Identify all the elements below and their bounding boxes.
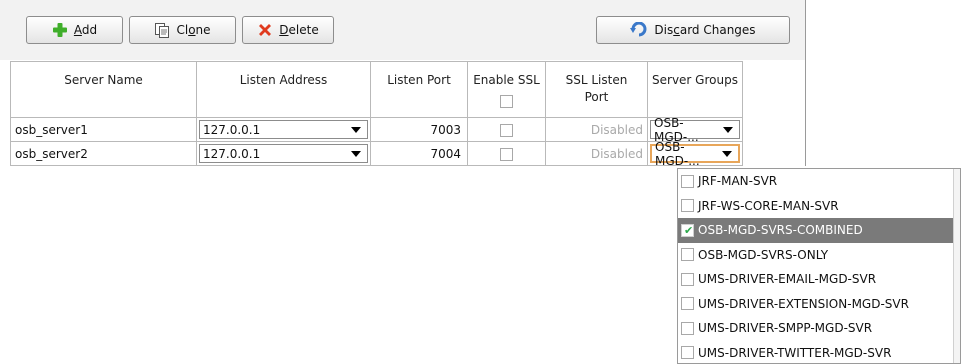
server-groups-value: OSB-MGD-... [655,139,700,168]
server-group-option[interactable]: UMS-DRIVER-SMPP-MGD-SVR [678,316,960,341]
add-icon [52,22,68,38]
server-group-option[interactable]: JRF-MAN-SVR [678,169,960,194]
chevron-down-icon [723,126,733,133]
servers-panel: Add Clone Delete Discard Changes Server … [0,0,806,168]
discard-changes-label: Discard Changes [654,23,756,37]
listen-address-select[interactable]: 127.0.0.1 [199,144,368,163]
server-group-option[interactable]: OSB-MGD-SVRS-ONLY [678,243,960,268]
add-button[interactable]: Add [26,16,123,44]
enable-ssl-cell [467,117,546,142]
server-groups-select[interactable]: OSB-MGD-... [650,140,740,168]
column-header-enable-ssl[interactable]: Enable SSL [467,61,546,118]
listen-port-cell[interactable]: 7003 [370,117,468,142]
toolbar: Add Clone Delete Discard Changes [0,0,805,60]
option-checkbox[interactable] [681,174,694,188]
column-header-listen-port[interactable]: Listen Port [370,61,468,118]
server-groups-cell: OSB-MGD-... [647,116,743,144]
option-label: UMS-DRIVER-TWITTER-MGD-SVR [698,345,892,360]
column-header-ssl-listen-port[interactable]: SSL Listen Port [545,61,648,118]
table-header-row: Server Name Listen Address Listen Port E… [10,61,743,118]
server-group-option[interactable]: UMS-DRIVER-TWITTER-MGD-SVR [678,341,960,364]
column-header-server-name[interactable]: Server Name [10,61,197,118]
option-label: OSB-MGD-SVRS-ONLY [698,247,829,262]
listen-port-cell[interactable]: 7004 [370,141,468,166]
option-label: UMS-DRIVER-SMPP-MGD-SVR [698,321,873,336]
enable-ssl-checkbox[interactable] [500,123,513,137]
option-checkbox[interactable] [681,199,694,213]
discard-changes-button[interactable]: Discard Changes [596,16,790,44]
server-groups-dropdown: JRF-MAN-SVR JRF-WS-CORE-MAN-SVR ✔ OSB-MG… [677,168,961,364]
server-group-option[interactable]: UMS-DRIVER-EMAIL-MGD-SVR [678,267,960,292]
add-label: Add [73,23,98,37]
listen-address-value: 127.0.0.1 [203,122,261,137]
listen-address-value: 127.0.0.1 [203,146,261,161]
delete-label: Delete [279,23,319,37]
delete-icon [257,22,273,38]
option-checkbox[interactable] [681,297,694,311]
option-checkbox[interactable] [681,346,694,360]
enable-ssl-cell [467,141,546,166]
clone-button[interactable]: Clone [129,16,236,44]
server-group-option[interactable]: JRF-WS-CORE-MAN-SVR [678,194,960,219]
option-checkbox[interactable]: ✔ [681,223,694,237]
dropdown-scrollbar[interactable] [953,169,960,363]
option-checkbox[interactable] [681,272,694,286]
column-header-server-groups[interactable]: Server Groups [647,61,743,118]
server-groups-cell: OSB-MGD-... [647,140,743,168]
clone-icon [154,22,170,38]
column-header-listen-address[interactable]: Listen Address [196,61,371,118]
ssl-listen-port-cell: Disabled [545,117,648,142]
option-label: OSB-MGD-SVRS-COMBINED [698,223,863,238]
enable-ssl-all-checkbox[interactable] [500,95,513,108]
listen-address-cell: 127.0.0.1 [196,117,371,142]
option-label: JRF-WS-CORE-MAN-SVR [698,198,839,213]
listen-address-select[interactable]: 127.0.0.1 [199,120,368,139]
servers-table: Server Name Listen Address Listen Port E… [10,61,743,168]
server-groups-select[interactable]: OSB-MGD-... [650,116,740,144]
clone-label: Clone [176,23,211,37]
server-name-cell[interactable]: osb_server2 [10,141,197,166]
listen-address-cell: 127.0.0.1 [196,141,371,166]
server-name-cell[interactable]: osb_server1 [10,117,197,142]
option-label: UMS-DRIVER-EXTENSION-MGD-SVR [698,296,909,311]
undo-icon [630,22,648,38]
table-row[interactable]: osb_server1 127.0.0.1 7003 Disabled OSB-… [10,116,743,144]
option-checkbox[interactable] [681,248,694,262]
delete-button[interactable]: Delete [242,16,334,44]
chevron-down-icon [722,150,732,157]
option-label: UMS-DRIVER-EMAIL-MGD-SVR [698,272,877,287]
enable-ssl-checkbox[interactable] [500,147,513,161]
server-group-option[interactable]: ✔ OSB-MGD-SVRS-COMBINED [678,218,960,243]
chevron-down-icon [351,126,361,133]
ssl-listen-port-cell: Disabled [545,141,648,166]
option-checkbox[interactable] [681,321,694,335]
option-label: JRF-MAN-SVR [698,174,778,189]
checkmark-icon: ✔ [684,223,694,237]
server-group-option[interactable]: UMS-DRIVER-EXTENSION-MGD-SVR [678,292,960,317]
table-row[interactable]: osb_server2 127.0.0.1 7004 Disabled OSB-… [10,140,743,168]
chevron-down-icon [351,150,361,157]
